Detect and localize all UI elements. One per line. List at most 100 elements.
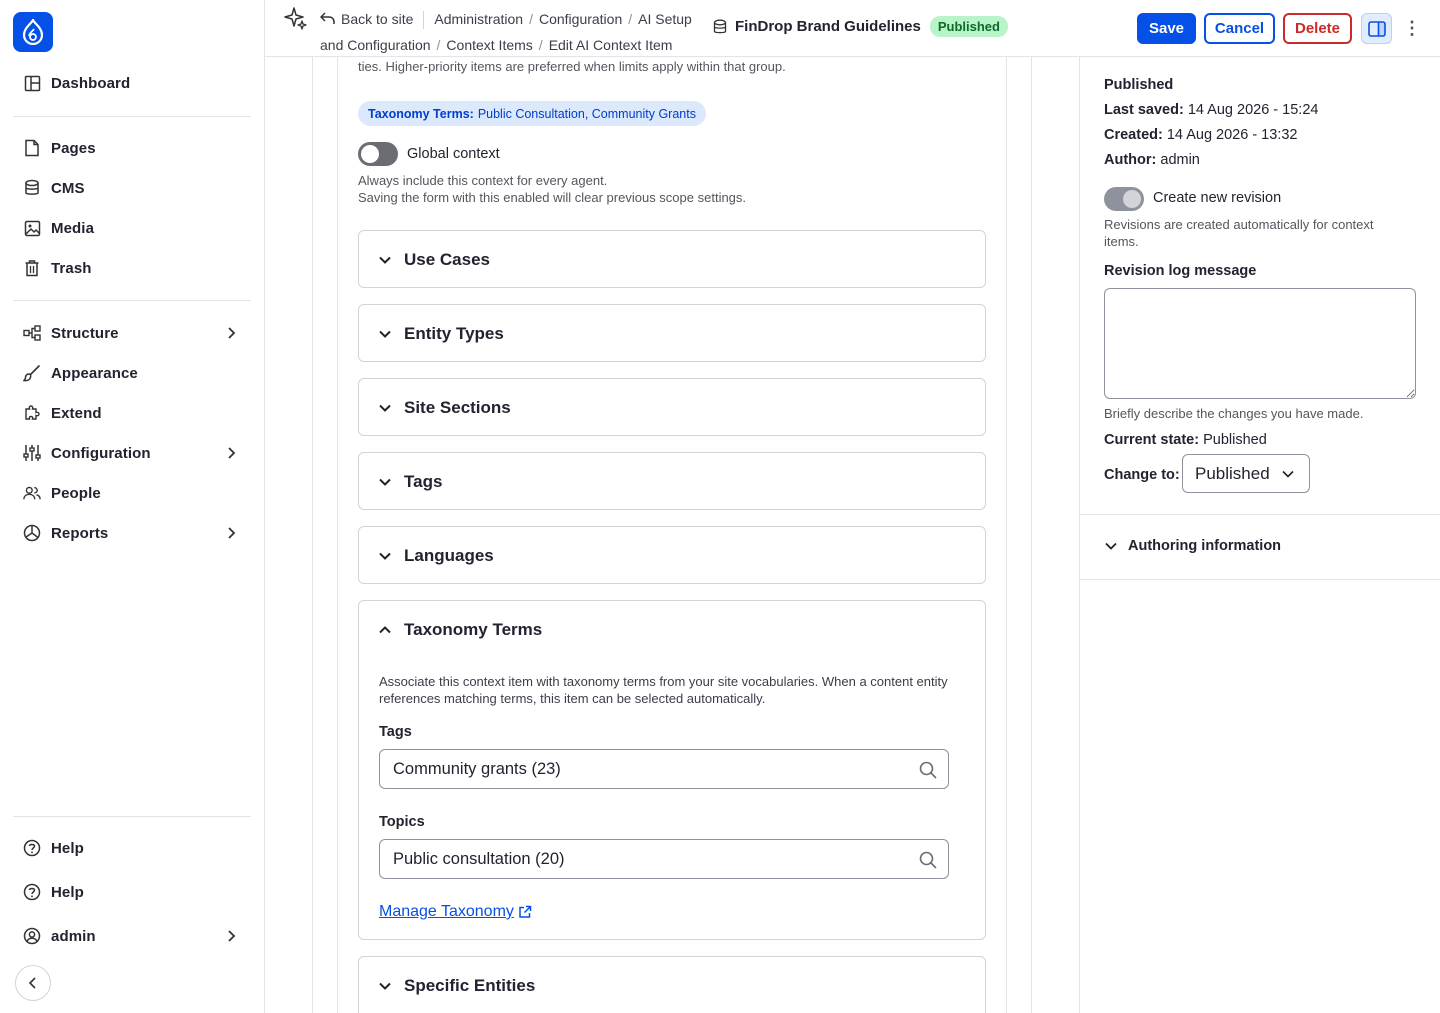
sidebar-item-configuration[interactable]: Configuration bbox=[13, 435, 251, 471]
panel-right-icon bbox=[1367, 20, 1386, 37]
sidebar-item-label: Trash bbox=[51, 259, 92, 277]
manage-taxonomy-link[interactable]: Manage Taxonomy bbox=[379, 903, 532, 921]
sidebar-item-pages[interactable]: Pages bbox=[13, 130, 251, 166]
toggle-sidebar-panel-button[interactable] bbox=[1361, 13, 1392, 44]
breadcrumb-item[interactable]: Configuration bbox=[539, 11, 622, 27]
nav-divider bbox=[13, 300, 251, 301]
database-icon bbox=[23, 179, 41, 197]
chevron-down-icon bbox=[379, 478, 391, 486]
taxonomy-description: Associate this context item with taxonom… bbox=[379, 674, 948, 706]
more-options-button[interactable]: ⋮ bbox=[1402, 13, 1422, 44]
brush-icon bbox=[23, 364, 41, 382]
breadcrumb-item[interactable]: AI Setup bbox=[638, 11, 692, 27]
sidebar-item-help[interactable]: Help bbox=[13, 830, 251, 866]
sidebar-item-structure[interactable]: Structure bbox=[13, 315, 251, 351]
help-icon bbox=[23, 883, 41, 901]
sidebar-item-label: CMS bbox=[51, 179, 85, 197]
authoring-information-toggle[interactable]: Authoring information bbox=[1104, 538, 1281, 554]
revision-log-textarea[interactable] bbox=[1104, 288, 1416, 399]
accordion-specific-entities[interactable]: Specific Entities bbox=[358, 956, 986, 1013]
breadcrumb-current: Edit AI Context Item bbox=[548, 37, 673, 53]
sidebar-item-appearance[interactable]: Appearance bbox=[13, 355, 251, 391]
nav-divider bbox=[13, 816, 251, 817]
ai-sparkle-icon bbox=[284, 7, 307, 30]
accordion-use-cases[interactable]: Use Cases bbox=[358, 230, 986, 288]
sidebar: Dashboard Pages CMS Media Trash Structur… bbox=[0, 0, 265, 1013]
search-icon bbox=[919, 761, 937, 779]
external-link-icon bbox=[519, 905, 532, 918]
chevron-down-icon bbox=[1105, 542, 1117, 550]
nav-divider bbox=[13, 116, 251, 117]
chevron-down-icon bbox=[1282, 470, 1294, 478]
sidebar-item-cms[interactable]: CMS bbox=[13, 170, 251, 206]
chevron-down-icon bbox=[379, 982, 391, 990]
page-title: FinDrop Brand Guidelines bbox=[735, 18, 921, 35]
revision-log-help: Briefly describe the changes you have ma… bbox=[1104, 406, 1364, 421]
drupal-logo-icon[interactable] bbox=[13, 12, 53, 52]
sidebar-item-extend[interactable]: Extend bbox=[13, 395, 251, 431]
collapse-sidebar-button[interactable] bbox=[15, 965, 51, 1001]
moderation-state-select[interactable]: Published bbox=[1182, 454, 1310, 493]
pie-chart-icon bbox=[23, 524, 41, 542]
scope-summary-chip: Taxonomy Terms: Public Consultation, Comm… bbox=[358, 101, 706, 126]
global-context-label: Global context bbox=[407, 146, 500, 162]
last-saved: Last saved: 14 Aug 2026 - 15:24 bbox=[1104, 102, 1319, 118]
sidebar-item-dashboard[interactable]: Dashboard bbox=[13, 65, 251, 101]
global-context-toggle[interactable] bbox=[358, 142, 398, 166]
sidebar-item-label: Pages bbox=[51, 139, 96, 157]
sidebar-item-label: Help bbox=[51, 883, 84, 901]
undo-arrow-icon bbox=[319, 12, 335, 24]
publish-status: Published bbox=[1104, 77, 1174, 93]
sidebar-item-label: admin bbox=[51, 927, 96, 945]
sidebar-item-label: People bbox=[51, 484, 101, 502]
global-context-description: Always include this context for every ag… bbox=[358, 173, 747, 205]
back-to-site-link[interactable]: Back to site bbox=[319, 11, 413, 27]
create-revision-toggle[interactable] bbox=[1104, 187, 1144, 211]
people-icon bbox=[23, 484, 41, 502]
sidebar-item-people[interactable]: People bbox=[13, 475, 251, 511]
media-icon bbox=[23, 219, 41, 237]
revision-description: Revisions are created automatically for … bbox=[1104, 217, 1374, 249]
sidebar-item-label: Structure bbox=[51, 324, 119, 342]
accordion-title: Site Sections bbox=[404, 397, 511, 417]
sidebar-item-user[interactable]: admin bbox=[13, 918, 251, 954]
sidebar-item-label: Dashboard bbox=[51, 74, 131, 92]
topics-field-label: Topics bbox=[379, 814, 425, 830]
divider bbox=[423, 11, 425, 30]
accordion-tags[interactable]: Tags bbox=[358, 452, 986, 510]
sidebar-item-help[interactable]: Help bbox=[13, 874, 251, 910]
page-icon bbox=[23, 139, 41, 157]
topics-autocomplete-input[interactable]: Public consultation (20) bbox=[379, 839, 949, 879]
breadcrumb-item[interactable]: Administration bbox=[434, 11, 523, 27]
chevron-down-icon bbox=[379, 330, 391, 338]
accordion-site-sections[interactable]: Site Sections bbox=[358, 378, 986, 436]
sidebar-item-reports[interactable]: Reports bbox=[13, 515, 251, 551]
accordion-entity-types[interactable]: Entity Types bbox=[358, 304, 986, 362]
accordion-title: Taxonomy Terms bbox=[404, 619, 543, 639]
accordion-languages[interactable]: Languages bbox=[358, 526, 986, 584]
breadcrumb-item[interactable]: and Configuration bbox=[320, 37, 431, 53]
accordion-title: Use Cases bbox=[404, 249, 491, 269]
sidebar-item-trash[interactable]: Trash bbox=[13, 250, 251, 286]
chevron-right-icon bbox=[228, 930, 236, 942]
tags-autocomplete-input[interactable]: Community grants (23) bbox=[379, 749, 949, 789]
accordion-title: Specific Entities bbox=[404, 975, 536, 995]
current-state: Current state: Published bbox=[1104, 432, 1267, 448]
sliders-icon bbox=[23, 444, 41, 462]
cancel-button[interactable]: Cancel bbox=[1204, 13, 1275, 44]
chevron-down-icon bbox=[379, 256, 391, 264]
sidebar-item-label: Appearance bbox=[51, 364, 138, 382]
delete-button[interactable]: Delete bbox=[1283, 13, 1352, 44]
created-date: Created: 14 Aug 2026 - 13:32 bbox=[1104, 127, 1298, 143]
chevron-right-icon bbox=[228, 327, 236, 339]
author: Author: admin bbox=[1104, 152, 1200, 168]
chevron-right-icon bbox=[228, 527, 236, 539]
change-to-label: Change to: bbox=[1104, 467, 1180, 483]
save-button[interactable]: Save bbox=[1137, 13, 1196, 44]
breadcrumb-item[interactable]: Context Items bbox=[446, 37, 532, 53]
sidebar-item-label: Extend bbox=[51, 404, 102, 422]
sidebar-item-media[interactable]: Media bbox=[13, 210, 251, 246]
sidebar-item-label: Media bbox=[51, 219, 95, 237]
database-icon bbox=[713, 19, 727, 33]
chevron-up-icon bbox=[379, 625, 391, 633]
